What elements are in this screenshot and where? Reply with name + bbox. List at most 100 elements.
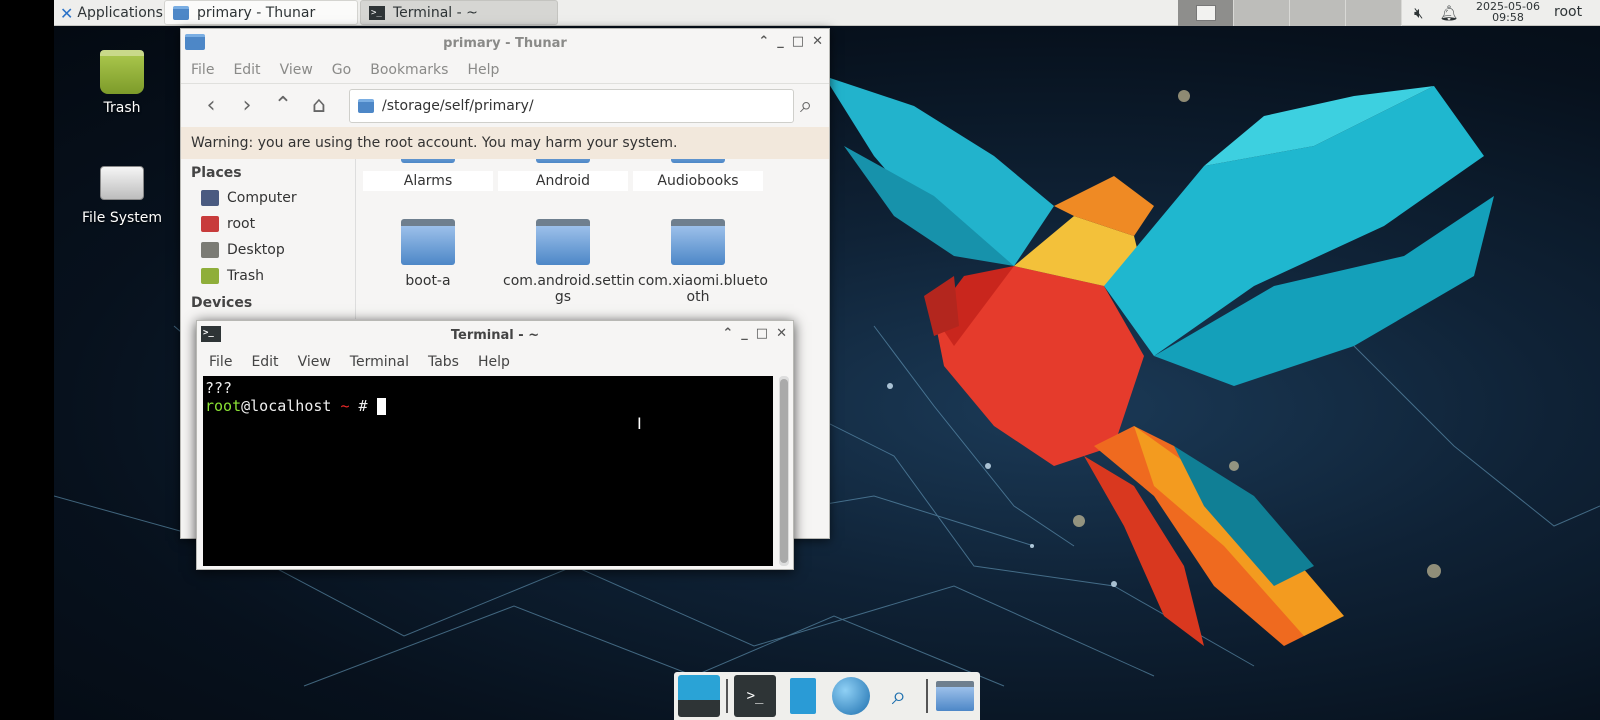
file-item-audiobooks[interactable]: Audiobooks <box>633 159 763 191</box>
close-icon[interactable]: ✕ <box>812 34 823 49</box>
terminal-menubar: File Edit View Terminal Tabs Help <box>197 349 793 375</box>
sidebar-item-computer[interactable]: Computer <box>191 185 355 211</box>
sidebar-item-root[interactable]: root <box>191 211 355 237</box>
show-desktop-icon[interactable] <box>678 675 720 717</box>
folder-launcher-icon[interactable] <box>934 675 976 717</box>
menu-go[interactable]: Go <box>332 62 351 78</box>
menu-file[interactable]: File <box>209 354 232 370</box>
sidebar-item-trash[interactable]: Trash <box>191 263 355 289</box>
menu-file[interactable]: File <box>191 62 214 78</box>
cabinet-shape <box>790 678 816 714</box>
taskbar-item-terminal[interactable]: >_ Terminal - ~ <box>360 0 558 25</box>
window-thumbnail <box>1195 5 1216 21</box>
menu-edit[interactable]: Edit <box>233 62 260 78</box>
xfce-logo-icon: ✕ <box>60 3 74 23</box>
close-icon[interactable]: ✕ <box>776 326 787 341</box>
applications-menu-button[interactable]: ✕ Applications <box>56 1 167 25</box>
workspace-1[interactable] <box>1178 0 1234 26</box>
taskbar-item-thunar[interactable]: primary - Thunar <box>164 0 358 25</box>
desktop-icon-label: Trash <box>103 100 141 116</box>
up-icon[interactable]: ⌃ <box>265 93 301 118</box>
menu-tabs[interactable]: Tabs <box>428 354 459 370</box>
file-item-boot-a[interactable]: boot-a <box>363 219 493 289</box>
file-label: com.android.settin gs <box>503 273 635 305</box>
clock[interactable]: 2025-05-06 09:58 <box>1468 1 1548 23</box>
drive-icon <box>100 166 144 200</box>
sidebar-item-desktop[interactable]: Desktop <box>191 237 355 263</box>
computer-icon <box>201 190 219 206</box>
prompt-path: ~ <box>340 397 350 415</box>
file-item-com-xiaomi-bluetooth[interactable]: com.xiaomi.blueto oth <box>633 219 768 305</box>
menu-help[interactable]: Help <box>478 354 510 370</box>
file-item-android[interactable]: Android <box>498 159 628 191</box>
file-item-com-android-settings[interactable]: com.android.settin gs <box>498 219 635 305</box>
warning-text: Warning: you are using the root account.… <box>191 135 678 151</box>
file-item-alarms[interactable]: Alarms <box>363 159 493 191</box>
back-icon[interactable]: ‹ <box>193 93 229 118</box>
terminal-scrollbar[interactable] <box>779 376 789 566</box>
terminal-icon: >_ <box>369 5 385 20</box>
menu-terminal[interactable]: Terminal <box>350 354 409 370</box>
thunar-titlebar[interactable]: primary - Thunar ⌃ _ □ ✕ <box>181 29 829 57</box>
window-title: primary - Thunar <box>443 35 567 51</box>
scrollbar-thumb[interactable] <box>780 379 788 563</box>
desktop-icon-file-system[interactable]: File System <box>67 160 177 226</box>
location-bar[interactable]: /storage/self/primary/ <box>349 88 794 123</box>
app-finder-icon[interactable]: ⌕ <box>878 675 920 717</box>
taskbar-item-label: Terminal - ~ <box>393 4 478 21</box>
window-controls: ⌃ _ □ ✕ <box>758 34 823 49</box>
file-view: Alarms Android Audiobooks boot-a com.and… <box>357 159 827 319</box>
workspace-4[interactable] <box>1346 0 1402 26</box>
prompt-host: @localhost <box>241 397 332 415</box>
terminal-output[interactable]: ??? root@localhost ~ # <box>203 376 773 566</box>
terminal-titlebar[interactable]: >_ Terminal - ~ ⌃ _ □ ✕ <box>197 321 793 349</box>
workspace-3[interactable] <box>1290 0 1346 26</box>
folder-icon <box>536 159 590 163</box>
globe-shape <box>832 677 870 715</box>
screen: ✕ Applications primary - Thunar >_ Termi… <box>0 0 1600 720</box>
notification-bell-icon[interactable]: 🔔︎ <box>1439 4 1458 22</box>
clock-time: 09:58 <box>1492 11 1524 24</box>
workspace-switcher <box>1178 0 1402 26</box>
search-icon[interactable]: ⌕ <box>800 93 812 118</box>
volume-muted-icon[interactable]: 🔇︎ <box>1414 4 1423 22</box>
location-path: /storage/self/primary/ <box>382 97 534 114</box>
terminal-garbled-line: ??? <box>205 379 233 397</box>
text-cursor <box>376 398 386 415</box>
workspace-2[interactable] <box>1234 0 1290 26</box>
forward-icon[interactable]: › <box>229 93 265 118</box>
desktop-icon-trash[interactable]: Trash <box>67 50 177 116</box>
home-icon[interactable]: ⌂ <box>301 93 337 118</box>
trash-icon <box>100 50 144 94</box>
menu-bookmarks[interactable]: Bookmarks <box>370 62 448 78</box>
folder-icon <box>671 219 725 265</box>
web-browser-icon[interactable] <box>830 675 872 717</box>
prompt-symbol: # <box>358 397 368 415</box>
menu-edit[interactable]: Edit <box>251 354 278 370</box>
thunar-menubar: File Edit View Go Bookmarks Help <box>181 57 829 83</box>
thunar-toolbar: ‹ › ⌃ ⌂ /storage/self/primary/ ⌕ <box>181 83 829 127</box>
minimize-icon[interactable]: _ <box>777 34 784 49</box>
desktop-icon-label: File System <box>81 210 163 226</box>
menu-view[interactable]: View <box>298 354 331 370</box>
ibeam-cursor-icon: I <box>637 414 642 433</box>
file-label: Audiobooks <box>633 171 763 191</box>
dock-separator <box>726 679 728 713</box>
places-header: Places <box>191 165 242 181</box>
terminal-prompt-line: root@localhost ~ # <box>205 397 771 415</box>
file-manager-launcher-icon[interactable] <box>782 675 824 717</box>
trash-icon <box>201 268 219 284</box>
menu-view[interactable]: View <box>280 62 313 78</box>
dock-separator <box>926 679 928 713</box>
shade-icon[interactable]: ⌃ <box>722 326 733 341</box>
minimize-icon[interactable]: _ <box>741 326 748 341</box>
maximize-icon[interactable]: □ <box>756 326 768 341</box>
user-menu[interactable]: root <box>1554 4 1582 20</box>
maximize-icon[interactable]: □ <box>792 34 804 49</box>
sidebar-item-label: Computer <box>227 190 297 206</box>
shade-icon[interactable]: ⌃ <box>758 34 769 49</box>
menu-help[interactable]: Help <box>467 62 499 78</box>
folder-icon <box>536 219 590 265</box>
file-label: Android <box>498 171 628 191</box>
terminal-launcher-icon[interactable]: >_ <box>734 675 776 717</box>
